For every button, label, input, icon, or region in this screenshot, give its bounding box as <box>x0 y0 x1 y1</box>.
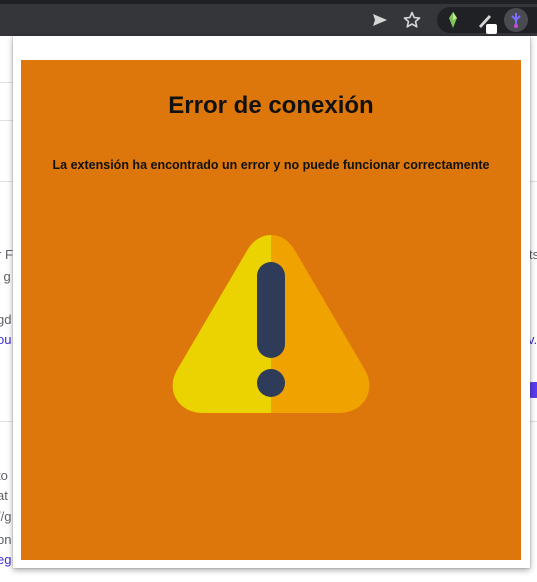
tab-strip-edge <box>0 0 537 4</box>
bg-text-fragment: r F <box>0 247 13 262</box>
extension-badge <box>486 24 497 34</box>
bg-link-fragment[interactable]: eg <box>0 552 11 567</box>
bg-text-fragment: //g <box>0 509 12 524</box>
error-message: La extensión ha encontrado un error y no… <box>52 158 490 172</box>
warning-triangle-icon <box>172 235 370 413</box>
active-extension-button[interactable] <box>504 8 528 32</box>
send-tab-icon[interactable] <box>370 10 390 30</box>
extension-gem-icon[interactable] <box>443 10 463 30</box>
extension-popup: Error de conexión La extensión ha encont… <box>13 36 530 568</box>
bg-link-fragment[interactable]: ou <box>0 332 11 347</box>
divider <box>0 181 13 182</box>
bg-text-fragment: ts <box>529 247 537 262</box>
bg-text-fragment: at <box>0 488 8 503</box>
browser-toolbar <box>0 0 537 36</box>
divider <box>0 120 13 121</box>
divider <box>0 421 13 422</box>
divider <box>530 181 537 182</box>
bg-text-fragment: to <box>0 468 8 483</box>
bg-text-fragment: bn <box>0 532 12 547</box>
bg-text-fragment: gd <box>0 312 12 327</box>
divider <box>530 421 537 422</box>
divider <box>0 82 13 83</box>
error-title: Error de conexión <box>168 92 374 119</box>
bookmark-star-icon[interactable] <box>402 10 422 30</box>
extension-logo-icon <box>511 13 521 28</box>
error-panel: Error de conexión La extensión ha encont… <box>21 60 521 560</box>
bg-text-fragment: l g <box>0 269 11 284</box>
